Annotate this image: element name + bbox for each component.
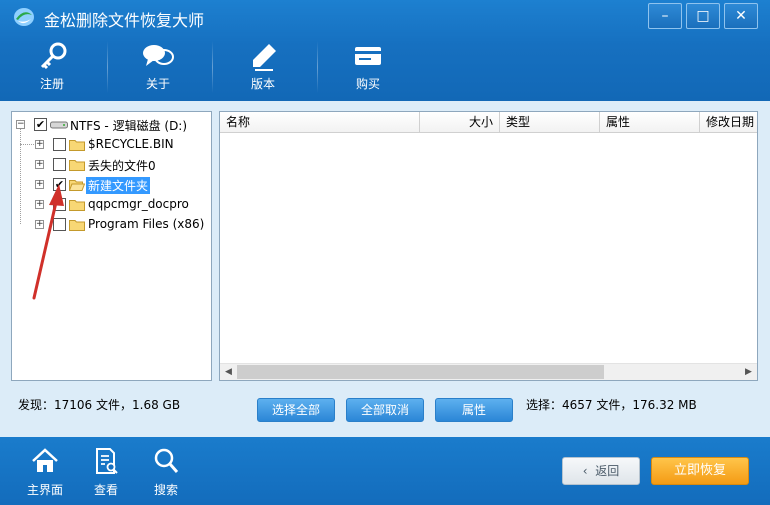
tree-root[interactable]: − ✔ NTFS - 逻辑磁盘 (D:) (12, 116, 211, 134)
header: 金松删除文件恢复大师 – □ ✕ 注册 关于 版本 购买 (0, 0, 770, 101)
scrollbar-thumb[interactable] (237, 365, 604, 379)
tree-root-label: NTFS - 逻辑磁盘 (D:) (70, 119, 188, 133)
nav-view-label: 查看 (93, 483, 118, 497)
expand-icon[interactable]: + (35, 200, 44, 209)
tree-item[interactable]: + $RECYCLE.BIN (12, 136, 211, 154)
folder-open-icon (69, 180, 85, 191)
selected-status: 选择：4657 文件，176.32 MB (526, 398, 697, 412)
tree-item-label: $RECYCLE.BIN (88, 137, 174, 151)
folder-icon (69, 160, 85, 171)
folder-icon (69, 140, 85, 151)
column-header-type[interactable]: 类型 (500, 112, 600, 133)
tree-item-label: Program Files (x86) (88, 217, 205, 231)
properties-button[interactable]: 属性 (435, 398, 513, 422)
tree-item[interactable]: + Program Files (x86) (12, 216, 211, 234)
expand-icon[interactable]: + (35, 140, 44, 149)
toolbar-divider (107, 41, 108, 93)
toolbar-version-label: 版本 (250, 77, 275, 91)
document-view-icon (96, 448, 118, 474)
close-button[interactable]: ✕ (724, 3, 758, 29)
toolbar-buy-button[interactable]: 购买 (333, 33, 403, 101)
select-all-button[interactable]: 选择全部 (257, 398, 335, 422)
tree-item-label: 新建文件夹 (86, 177, 151, 194)
tree-item-checkbox[interactable] (53, 198, 66, 211)
column-header-attributes[interactable]: 属性 (600, 112, 700, 133)
title-bar: 金松删除文件恢复大师 – □ ✕ (0, 0, 770, 33)
horizontal-scrollbar[interactable]: ◀ ▶ (220, 363, 757, 380)
toolbar-buy-label: 购买 (355, 77, 380, 91)
card-icon (355, 47, 381, 65)
back-label: 返回 (595, 464, 620, 478)
tree-item-label: 丢失的文件0 (88, 159, 156, 173)
search-icon (154, 448, 179, 473)
nav-home-label: 主界面 (26, 483, 63, 497)
tree-root-checkbox[interactable]: ✔ (34, 118, 47, 131)
toolbar-register-label: 注册 (39, 77, 64, 91)
close-icon: ✕ (735, 8, 747, 24)
scroll-right-icon[interactable]: ▶ (740, 364, 757, 380)
nav-search-button[interactable]: 搜索 (141, 447, 191, 499)
folder-icon (69, 220, 85, 231)
nav-search-label: 搜索 (153, 483, 178, 497)
tree-item-checkbox[interactable] (53, 218, 66, 231)
recover-now-button[interactable]: 立即恢复 (651, 457, 749, 485)
toolbar-divider (317, 41, 318, 93)
expand-icon[interactable]: + (35, 160, 44, 169)
toolbar-about-label: 关于 (145, 77, 170, 91)
nav-view-button[interactable]: 查看 (81, 447, 131, 499)
toolbar-about-button[interactable]: 关于 (123, 33, 193, 101)
file-list[interactable]: 名称 大小 类型 属性 修改日期 ◀ ▶ (219, 111, 758, 381)
tree-item-checkbox[interactable]: ✔ (53, 178, 66, 191)
key-icon (40, 42, 67, 70)
chat-bubbles-icon (143, 45, 174, 66)
toolbar-divider (212, 41, 213, 93)
main-panel: − ✔ NTFS - 逻辑磁盘 (D:) + $RECYCLE.BIN + 丢失… (0, 101, 770, 437)
tree-item-checkbox[interactable] (53, 138, 66, 151)
minimize-button[interactable]: – (648, 3, 682, 29)
folder-tree[interactable]: − ✔ NTFS - 逻辑磁盘 (D:) + $RECYCLE.BIN + 丢失… (11, 111, 212, 381)
column-header-name[interactable]: 名称 (220, 112, 420, 133)
drive-icon (50, 121, 68, 129)
home-icon (32, 448, 58, 472)
maximize-icon: □ (696, 8, 710, 24)
column-header-size[interactable]: 大小 (420, 112, 500, 133)
expand-icon[interactable]: + (35, 220, 44, 229)
toolbar-version-button[interactable]: 版本 (228, 33, 298, 101)
bottom-bar: 主界面 查看 搜索 ‹ 返回 立即恢复 (0, 437, 770, 505)
folder-icon (69, 200, 85, 211)
found-status: 发现：17106 文件，1.68 GB (18, 398, 181, 412)
nav-home-button[interactable]: 主界面 (20, 447, 70, 499)
tree-item[interactable]: + qqpcmgr_docpro (12, 196, 211, 214)
tree-item[interactable]: + 丢失的文件0 (12, 156, 211, 174)
pen-icon (253, 44, 276, 71)
collapse-icon[interactable]: − (16, 120, 25, 129)
tree-item-selected[interactable]: + ✔ 新建文件夹 (12, 176, 211, 194)
app-title: 金松删除文件恢复大师 (44, 11, 205, 30)
chevron-left-icon: ‹ (582, 464, 596, 478)
toolbar: 注册 关于 版本 购买 (0, 33, 770, 101)
expand-icon[interactable]: + (35, 180, 44, 189)
scroll-left-icon[interactable]: ◀ (220, 364, 237, 380)
column-header-modified-date[interactable]: 修改日期 (700, 112, 757, 133)
tree-item-checkbox[interactable] (53, 158, 66, 171)
app-logo-icon (14, 8, 34, 26)
tree-item-label: qqpcmgr_docpro (88, 197, 189, 211)
maximize-button[interactable]: □ (686, 3, 720, 29)
deselect-all-button[interactable]: 全部取消 (346, 398, 424, 422)
back-button[interactable]: ‹ 返回 (562, 457, 640, 485)
minimize-icon: – (661, 8, 669, 24)
toolbar-register-button[interactable]: 注册 (17, 33, 87, 101)
